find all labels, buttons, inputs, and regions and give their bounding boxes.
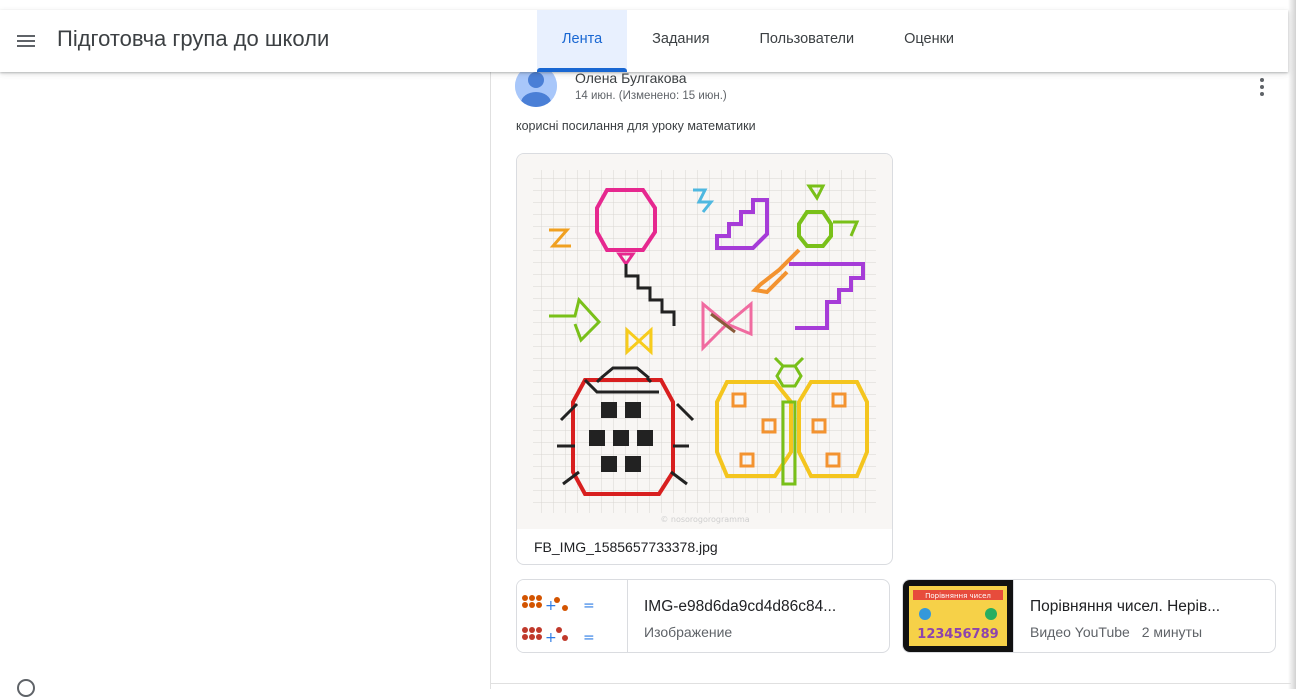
post-date: 14 июн. (Изменено: 15 июн.) xyxy=(575,90,727,102)
main-menu-icon[interactable] xyxy=(14,28,42,54)
svg-text:+: + xyxy=(545,598,557,614)
attachment-card-image[interactable]: + = + = IMG-e98d6da9cd4d86c84... Изображ… xyxy=(516,579,890,653)
class-title[interactable]: Підготовча група до школи xyxy=(57,26,329,52)
image-attachment-card[interactable]: © nosorogorogramma FB_IMG_1585657733378.… xyxy=(516,153,893,565)
post-text: корисні посилання для уроку математики xyxy=(516,119,756,133)
page-edge-shadow xyxy=(1288,0,1296,689)
video-thumbnail-icon: Порівняння чисел 123456789 xyxy=(903,580,1014,652)
attachment-meta: Видео YouTube 2 минуты xyxy=(1030,624,1202,640)
tab-bar: Лента Задания Пользователи Оценки xyxy=(537,10,979,72)
attachment-title: IMG-e98d6da9cd4d86c84... xyxy=(644,598,837,615)
drawing-picture: © nosorogorogramma xyxy=(517,154,892,529)
info-icon[interactable] xyxy=(17,679,35,697)
svg-text:© nosorogorogramma: © nosorogorogramma xyxy=(660,515,749,524)
sidebar-divider xyxy=(490,72,491,689)
image-filename: FB_IMG_1585657733378.jpg xyxy=(534,539,718,555)
attachment-type: Изображение xyxy=(644,624,733,640)
svg-text:Порівняння чисел: Порівняння чисел xyxy=(925,592,991,600)
svg-text:123456789: 123456789 xyxy=(917,627,998,642)
svg-text:=: = xyxy=(583,598,595,614)
more-options-icon[interactable] xyxy=(1252,76,1272,98)
tab-classwork[interactable]: Задания xyxy=(627,10,734,72)
video-duration: 2 минуты xyxy=(1141,624,1203,640)
svg-text:+: + xyxy=(545,630,557,646)
top-app-bar: Підготовча група до школи Лента Задания … xyxy=(0,10,1288,72)
tab-stream[interactable]: Лента xyxy=(537,10,628,72)
attachment-title: Порівняння чисел. Нерів... xyxy=(1030,598,1221,615)
attachment-type: Видео YouTube xyxy=(1030,624,1130,640)
post-author: Олена Булгакова xyxy=(575,70,687,86)
post-divider xyxy=(491,683,1291,684)
tab-people[interactable]: Пользователи xyxy=(734,10,879,72)
attachment-card-video[interactable]: Порівняння чисел 123456789 Порівняння чи… xyxy=(902,579,1276,653)
counting-dots-thumbnail-icon: + = + = xyxy=(517,580,628,652)
tab-grades[interactable]: Оценки xyxy=(879,10,979,72)
svg-text:=: = xyxy=(583,630,595,646)
